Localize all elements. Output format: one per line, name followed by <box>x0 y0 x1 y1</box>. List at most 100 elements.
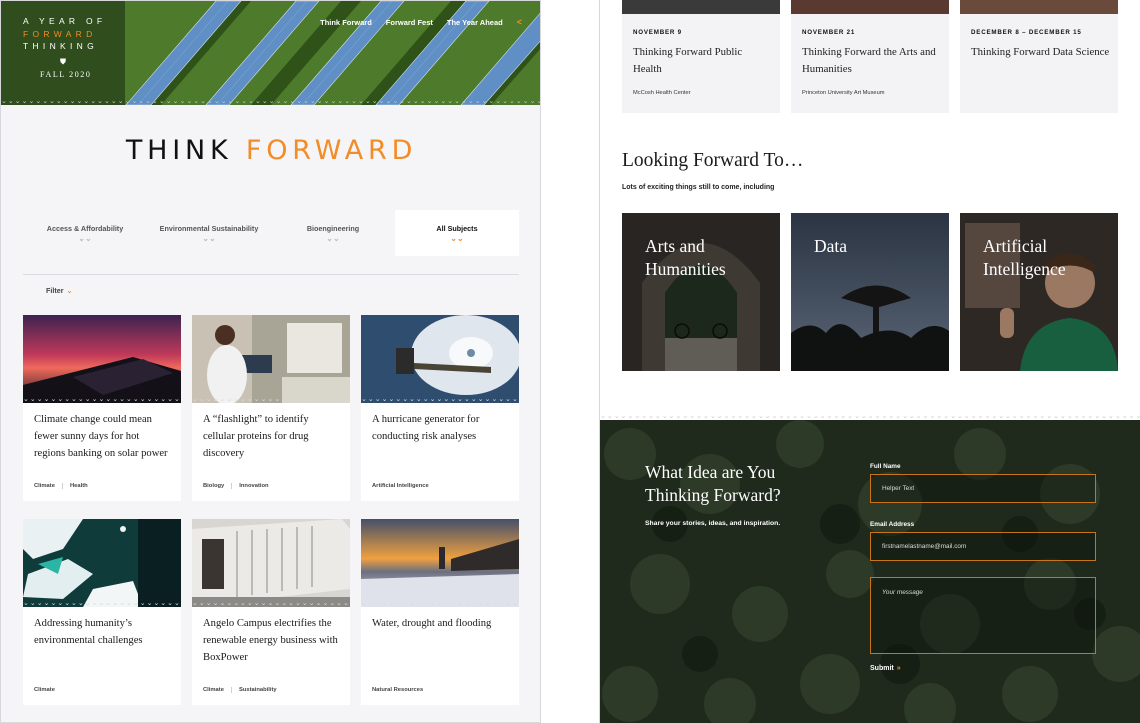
chevron-edge-decoration: ⌄⌄⌄⌄⌄⌄⌄⌄⌄⌄⌄⌄⌄⌄⌄⌄⌄⌄⌄⌄⌄⌄⌄⌄⌄⌄⌄⌄ <box>361 601 519 607</box>
full-name-label: Full Name <box>870 463 901 470</box>
article-tags: Climate Sustainability <box>203 687 277 693</box>
page-title-think: THINK <box>125 135 233 166</box>
topic-tile-data[interactable]: Data <box>791 213 949 371</box>
article-title: Addressing humanity’s environmental chal… <box>34 618 143 647</box>
submit-button[interactable]: Submit» <box>870 665 901 672</box>
article-card[interactable]: ⌄⌄⌄⌄⌄⌄⌄⌄⌄⌄⌄⌄⌄⌄⌄⌄⌄⌄⌄⌄⌄⌄⌄⌄⌄⌄⌄⌄ Water, drou… <box>361 519 519 705</box>
tab-bioengineering[interactable]: Bioengineering ⌄⌄ <box>271 210 395 256</box>
article-title: Water, drought and flooding <box>372 618 492 629</box>
hurricane-satellite-image: ⌄⌄⌄⌄⌄⌄⌄⌄⌄⌄⌄⌄⌄⌄⌄⌄⌄⌄⌄⌄⌄⌄⌄⌄⌄⌄⌄⌄ <box>361 315 519 403</box>
tag[interactable]: Artificial Intelligence <box>372 483 429 489</box>
topic-label-line: Intelligence <box>983 259 1066 279</box>
article-card[interactable]: ⌄⌄⌄⌄⌄⌄⌄⌄⌄⌄⌄⌄⌄⌄⌄⌄⌄⌄⌄⌄⌄⌄⌄⌄⌄⌄⌄⌄ A hurricane… <box>361 315 519 501</box>
chevron-edge-decoration: ⌄⌄⌄⌄⌄⌄⌄⌄⌄⌄⌄⌄⌄⌄⌄⌄⌄⌄⌄⌄⌄⌄⌄⌄⌄⌄⌄⌄⌄⌄⌄⌄⌄⌄⌄⌄⌄⌄⌄⌄… <box>600 414 1140 420</box>
article-card[interactable]: ⌄⌄⌄⌄⌄⌄⌄⌄⌄⌄⌄⌄⌄⌄⌄⌄⌄⌄⌄⌄⌄⌄⌄⌄⌄⌄⌄⌄ A “flashlig… <box>192 315 350 501</box>
tab-all-subjects[interactable]: All Subjects ⌄⌄ <box>395 210 519 256</box>
message-field[interactable]: Your message <box>870 577 1096 654</box>
article-card[interactable]: ⌄⌄⌄⌄⌄⌄⌄⌄⌄⌄⌄⌄⌄⌄⌄⌄⌄⌄⌄⌄⌄⌄⌄⌄⌄⌄⌄⌄ Angelo Camp… <box>192 519 350 705</box>
tag[interactable]: Health <box>61 483 88 489</box>
article-title: Climate change could mean fewer sunny da… <box>34 414 168 460</box>
lab-scientist-image: ⌄⌄⌄⌄⌄⌄⌄⌄⌄⌄⌄⌄⌄⌄⌄⌄⌄⌄⌄⌄⌄⌄⌄⌄⌄⌄⌄⌄ <box>192 315 350 403</box>
tab-label: Bioengineering <box>306 224 360 233</box>
chevron-edge-decoration: ⌄⌄⌄⌄⌄⌄⌄⌄⌄⌄⌄⌄⌄⌄⌄⌄⌄⌄⌄⌄⌄⌄⌄⌄⌄⌄⌄⌄ <box>23 601 181 607</box>
tab-label: Environmental Sustainability <box>159 224 259 233</box>
topic-label: Arts and Humanities <box>645 235 726 281</box>
form-heading-line: What Idea are You <box>645 462 776 482</box>
chevron-edge-decoration: ⌄⌄⌄⌄⌄⌄⌄⌄⌄⌄⌄⌄⌄⌄⌄⌄⌄⌄⌄⌄⌄⌄⌄⌄⌄⌄⌄⌄ <box>192 397 350 403</box>
event-card[interactable]: NOVEMBER 21 Thinking Forward the Arts an… <box>791 0 949 113</box>
article-tags: Biology Innovation <box>203 483 269 489</box>
event-title: Thinking Forward Public Health <box>633 46 743 75</box>
tab-environmental-sustainability[interactable]: Environmental Sustainability ⌄⌄ <box>147 210 271 256</box>
subject-tabs: Access & Affordability ⌄⌄ Environmental … <box>23 210 519 256</box>
event-card[interactable]: DECEMBER 8 – DECEMBER 15 Thinking Forwar… <box>960 0 1118 113</box>
topic-label-line: Data <box>814 236 848 256</box>
article-card[interactable]: ⌄⌄⌄⌄⌄⌄⌄⌄⌄⌄⌄⌄⌄⌄⌄⌄⌄⌄⌄⌄⌄⌄⌄⌄⌄⌄⌄⌄ Climate cha… <box>23 315 181 501</box>
filter-label: Filter <box>46 286 64 295</box>
nav-forward-fest[interactable]: Forward Fest <box>386 18 433 27</box>
article-tags: Climate Health <box>34 483 88 489</box>
top-navigation: Think Forward Forward Fest The Year Ahea… <box>320 17 522 27</box>
topic-label: Artificial Intelligence <box>983 235 1066 281</box>
looking-forward-heading: Looking Forward To… <box>622 150 804 171</box>
event-card[interactable]: NOVEMBER 9 Thinking Forward Public Healt… <box>622 0 780 113</box>
topic-label-line: Arts and <box>645 236 705 256</box>
email-label: Email Address <box>870 521 915 528</box>
article-tags: Natural Resources <box>372 687 423 693</box>
article-tags: Climate <box>34 687 55 693</box>
chevron-down-icon: ⌄⌄ <box>78 234 92 243</box>
full-name-field[interactable]: Helper Text <box>870 474 1096 503</box>
princeton-shield-icon: ⛊ <box>60 56 66 66</box>
event-date: DECEMBER 8 – DECEMBER 15 <box>971 29 1082 36</box>
event-image <box>791 0 949 14</box>
event-date: NOVEMBER 21 <box>802 29 856 36</box>
topic-tile-artificial-intelligence[interactable]: Artificial Intelligence <box>960 213 1118 371</box>
chevron-down-icon: ⌄⌄ <box>202 234 216 243</box>
chevron-down-icon: ⌄⌄ <box>326 234 340 243</box>
logo-season: FALL 2020 <box>40 69 92 79</box>
email-field[interactable]: firstnamelastname@mail.com <box>870 532 1096 561</box>
boxpower-container-image: ⌄⌄⌄⌄⌄⌄⌄⌄⌄⌄⌄⌄⌄⌄⌄⌄⌄⌄⌄⌄⌄⌄⌄⌄⌄⌄⌄⌄ <box>192 519 350 607</box>
sunset-solar-image: ⌄⌄⌄⌄⌄⌄⌄⌄⌄⌄⌄⌄⌄⌄⌄⌄⌄⌄⌄⌄⌄⌄⌄⌄⌄⌄⌄⌄ <box>23 315 181 403</box>
form-heading: What Idea are You Thinking Forward? <box>645 461 781 507</box>
topic-tile-arts-humanities[interactable]: Arts and Humanities <box>622 213 780 371</box>
chevron-edge-decoration: ⌄⌄⌄⌄⌄⌄⌄⌄⌄⌄⌄⌄⌄⌄⌄⌄⌄⌄⌄⌄⌄⌄⌄⌄⌄⌄⌄⌄ <box>192 601 350 607</box>
event-venue: Princeton University Art Museum <box>802 90 885 96</box>
tag[interactable]: Sustainability <box>230 687 277 693</box>
tag[interactable]: Innovation <box>231 483 269 489</box>
tag[interactable]: Natural Resources <box>372 687 423 693</box>
event-venue: McCosh Health Center <box>633 90 691 96</box>
event-title: Thinking Forward Data Science <box>971 46 1110 58</box>
divider <box>23 274 519 275</box>
topic-label-line: Artificial <box>983 236 1048 256</box>
tag[interactable]: Climate <box>34 483 55 489</box>
chevron-down-icon: ⌄⌄ <box>450 234 464 243</box>
idea-form-section: ⌄⌄⌄⌄⌄⌄⌄⌄⌄⌄⌄⌄⌄⌄⌄⌄⌄⌄⌄⌄⌄⌄⌄⌄⌄⌄⌄⌄⌄⌄⌄⌄⌄⌄⌄⌄⌄⌄⌄⌄… <box>600 414 1140 723</box>
site-logo[interactable]: A YEAR OF FORWARD THINKING ⛊ FALL 2020 <box>1 1 125 105</box>
looking-forward-subheading: Lots of exciting things still to come, i… <box>622 184 775 191</box>
tag[interactable]: Climate <box>203 687 224 693</box>
chevron-down-icon: ⌄ <box>66 286 73 295</box>
article-tags: Artificial Intelligence <box>372 483 429 489</box>
topic-label: Data <box>814 235 847 258</box>
tag[interactable]: Biology <box>203 483 224 489</box>
event-title: Thinking Forward the Arts and Humanities <box>802 46 936 75</box>
nav-think-forward[interactable]: Think Forward <box>320 18 372 27</box>
logo-line-2: FORWARD <box>23 28 97 39</box>
tab-access-affordability[interactable]: Access & Affordability ⌄⌄ <box>23 210 147 256</box>
think-forward-page: A YEAR OF FORWARD THINKING ⛊ FALL 2020 T… <box>0 0 541 723</box>
chevron-edge-decoration: ⌄⌄⌄⌄⌄⌄⌄⌄⌄⌄⌄⌄⌄⌄⌄⌄⌄⌄⌄⌄⌄⌄⌄⌄⌄⌄⌄⌄⌄⌄⌄⌄⌄⌄⌄⌄⌄⌄⌄⌄… <box>1 99 540 105</box>
events-page: NOVEMBER 9 Thinking Forward Public Healt… <box>599 0 1140 723</box>
hero-banner: A YEAR OF FORWARD THINKING ⛊ FALL 2020 T… <box>1 1 540 105</box>
form-subheading: Share your stories, ideas, and inspirati… <box>645 520 781 527</box>
submit-label: Submit <box>870 665 894 672</box>
frozen-lighthouse-image: ⌄⌄⌄⌄⌄⌄⌄⌄⌄⌄⌄⌄⌄⌄⌄⌄⌄⌄⌄⌄⌄⌄⌄⌄⌄⌄⌄⌄ <box>361 519 519 607</box>
chevron-edge-decoration: ⌄⌄⌄⌄⌄⌄⌄⌄⌄⌄⌄⌄⌄⌄⌄⌄⌄⌄⌄⌄⌄⌄⌄⌄⌄⌄⌄⌄ <box>361 397 519 403</box>
form-heading-line: Thinking Forward? <box>645 485 781 505</box>
filter-button[interactable]: Filter ⌄ <box>46 286 73 295</box>
article-card[interactable]: ⌄⌄⌄⌄⌄⌄⌄⌄⌄⌄⌄⌄⌄⌄⌄⌄⌄⌄⌄⌄⌄⌄⌄⌄⌄⌄⌄⌄ Addressing … <box>23 519 181 705</box>
tag[interactable]: Climate <box>34 687 55 693</box>
share-icon[interactable]: < <box>517 17 522 27</box>
nav-year-ahead[interactable]: The Year Ahead <box>447 18 503 27</box>
event-image <box>622 0 780 14</box>
